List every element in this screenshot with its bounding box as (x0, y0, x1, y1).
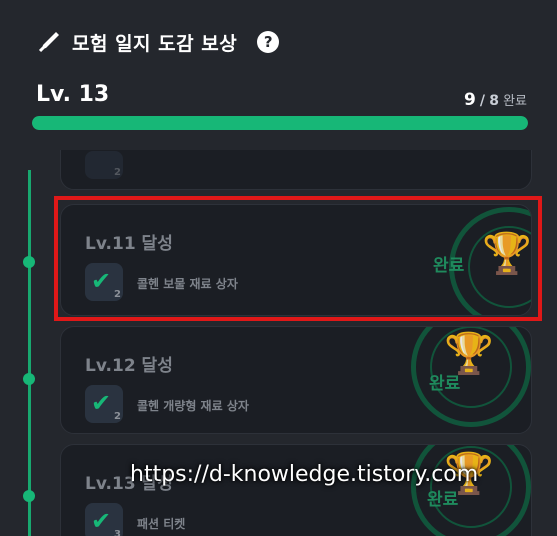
reward-name: 콜헨 보물 재료 상자 (137, 277, 238, 291)
upgrade-box-icon: ✔ 2 (85, 385, 123, 423)
timeline-dot (23, 490, 35, 502)
check-icon: ✔ (91, 389, 112, 417)
fashion-ticket-icon: ✔ 3 (85, 503, 123, 536)
timeline-dot (23, 373, 35, 385)
page-title: 모험 일지 도감 보상 (72, 32, 238, 55)
check-icon: ✔ (91, 267, 112, 295)
completed-label: 완료 (427, 490, 459, 510)
reward-card-lv11[interactable]: Lv.11 달성 ✔ 2 콜헨 보물 재료 상자 🏆 완료 (60, 204, 532, 316)
progress-suffix: 완료 (503, 94, 527, 109)
progress-bar (32, 116, 528, 130)
card-title: Lv.12 달성 (85, 356, 173, 376)
card-title: Lv.11 달성 (85, 234, 173, 254)
reward-card-lv13[interactable]: Lv.13 달성 ✔ 3 패션 티켓 🏆 완료 (60, 444, 532, 536)
reward-card-lv12[interactable]: Lv.12 달성 ✔ 2 콜헨 개량형 재료 상자 🏆 완료 (60, 326, 532, 434)
reward-card-partial[interactable]: 2 (60, 150, 532, 190)
progress-fill (32, 116, 528, 130)
treasure-box-icon: ✔ 2 (85, 263, 123, 301)
current-level: Lv. 13 (36, 82, 110, 107)
help-icon[interactable]: ? (257, 31, 280, 53)
timeline-dot (23, 256, 35, 268)
reward-item-icon: 2 (85, 151, 123, 179)
trophy-icon: 🏆 (482, 231, 532, 277)
check-icon: ✔ (91, 507, 112, 535)
completed-label: 완료 (433, 256, 465, 276)
reward-qty: 2 (114, 167, 121, 178)
header: 모험 일지 도감 보상 ? (36, 28, 280, 56)
completed-label: 완료 (429, 374, 461, 394)
progress-current: 9 (463, 90, 476, 110)
watermark-text: https://d-knowledge.tistory.com (130, 462, 479, 487)
reward-qty: 3 (114, 529, 121, 536)
progress-total: 8 (489, 93, 499, 109)
reward-name: 패션 티켓 (137, 517, 186, 531)
feather-pen-icon (38, 32, 59, 53)
progress-separator: / (479, 93, 486, 109)
reward-name: 콜헨 개량형 재료 상자 (137, 399, 249, 413)
level-row: Lv. 13 9 / 8 완료 (36, 82, 527, 112)
timeline-line (28, 170, 31, 536)
progress-count: 9 / 8 완료 (464, 90, 527, 110)
reward-qty: 2 (114, 411, 121, 422)
reward-qty: 2 (114, 289, 121, 300)
